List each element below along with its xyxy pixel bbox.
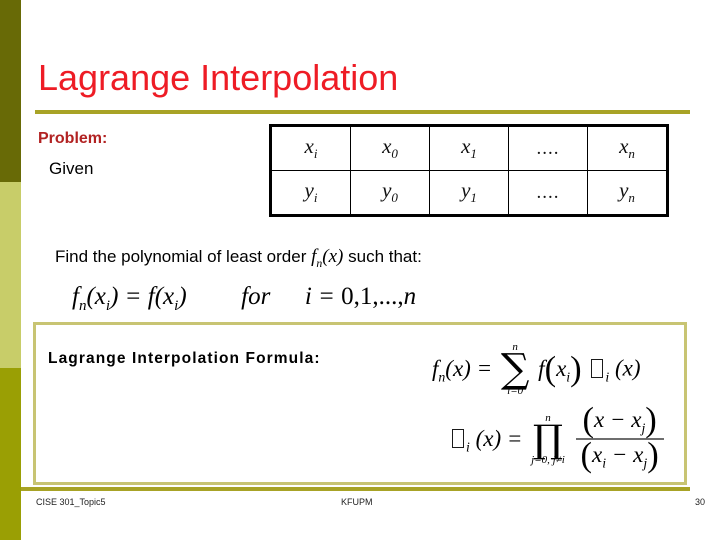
table-cell-x1: x1 xyxy=(429,125,509,171)
eq2-equals: = xyxy=(506,425,523,451)
fraction-numerator: (x − xj) xyxy=(582,401,657,439)
eq2-lambda-subscript: i xyxy=(466,439,470,455)
footer-slide-number: 30 xyxy=(695,497,706,507)
table-cell-xi: xi xyxy=(270,125,351,171)
condition-equals: = xyxy=(124,283,142,310)
table-cell-x-ellipsis: .... xyxy=(508,125,588,171)
summation-operator: n ∑ i=0 xyxy=(501,342,530,397)
find-line-suffix: such that: xyxy=(348,247,422,266)
table-cell-xn: xn xyxy=(587,125,668,171)
find-polynomial-line: Find the polynomial of least order fn(x)… xyxy=(55,246,422,271)
lagrange-sum-equation: fn(x) = n ∑ i=0 f(xi) i (x) xyxy=(432,342,641,398)
eq1-lambda-subscript: i xyxy=(605,369,610,385)
sidebar-segment-top xyxy=(0,0,21,182)
missing-glyph-box-icon xyxy=(452,428,464,448)
sidebar-segment-bottom xyxy=(0,368,21,540)
basis-fraction: (x − xj) (xi − xj) xyxy=(575,401,664,474)
table-cell-yn: yn xyxy=(587,170,668,216)
footer-institution: KFUPM xyxy=(341,497,373,507)
eq1-lambda-arg: (x) xyxy=(614,355,641,381)
page-title: Lagrange Interpolation xyxy=(38,57,399,98)
given-label: Given xyxy=(49,159,94,178)
eq2-lambda-arg: (x) xyxy=(475,425,502,451)
condition-lhs: fn(xi) xyxy=(72,283,119,314)
problem-label: Problem: xyxy=(38,130,108,147)
eq1-term: f(xi) xyxy=(538,349,582,388)
eq1-equals: = xyxy=(476,355,493,381)
table-row: xi x0 x1 .... xn xyxy=(270,125,668,171)
condition-rhs: f(xi) xyxy=(147,283,187,314)
fn-of-x-expression: fn(x) xyxy=(311,246,344,270)
fraction-denominator: (xi − xj) xyxy=(580,435,659,474)
pi-icon: ∏ xyxy=(532,417,564,462)
condition-for-word: for xyxy=(241,283,271,310)
title-underline-rule xyxy=(35,110,690,114)
table-cell-yi: yi xyxy=(270,170,351,216)
formula-box-title: Lagrange Interpolation Formula: xyxy=(48,350,321,367)
table-cell-y1: y1 xyxy=(429,170,509,216)
product-operator: n ∏ j=0, j≠i xyxy=(531,413,565,466)
slide-canvas: Lagrange Interpolation Problem: Given xi… xyxy=(0,0,720,540)
lagrange-basis-equation: i (x) = n ∏ j=0, j≠i (x − xj) (xi − xj) xyxy=(448,401,666,474)
prod-lower-limit: j=0, j≠i xyxy=(531,454,565,467)
find-line-prefix: Find the polynomial of least order xyxy=(55,247,307,266)
footer-course-code: CISE 301_Topic5 xyxy=(36,497,106,507)
interpolation-condition-equation: fn(xi) = f(xi) for i = 0,1,...,n xyxy=(72,283,416,315)
footer-rule xyxy=(21,487,690,491)
eq1-lhs: fn(x) xyxy=(432,355,471,385)
data-table: xi x0 x1 .... xn yi y0 y1 .... yn xyxy=(269,124,669,217)
decorative-sidebar xyxy=(0,0,21,540)
sigma-icon: ∑ xyxy=(500,346,530,392)
condition-index-range: i = 0,1,...,n xyxy=(304,283,417,310)
sidebar-segment-middle xyxy=(0,182,21,368)
missing-glyph-box-icon xyxy=(591,358,604,378)
table-row: yi y0 y1 .... yn xyxy=(270,170,668,216)
table-cell-y-ellipsis: .... xyxy=(508,170,588,216)
table-cell-y0: y0 xyxy=(350,170,430,216)
table-cell-x0: x0 xyxy=(350,125,430,171)
